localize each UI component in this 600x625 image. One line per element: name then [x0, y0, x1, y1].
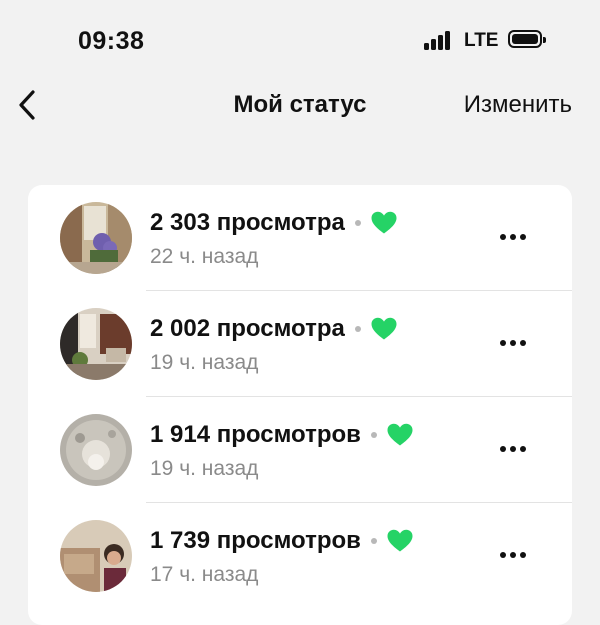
heart-icon: [387, 529, 413, 552]
status-time: 19 ч. назад: [150, 457, 259, 480]
views-count: 1 914 просмотров: [150, 421, 361, 448]
status-time: 19 ч. назад: [150, 351, 259, 374]
status-item[interactable]: 1 739 просмотров 17 ч. назад: [28, 503, 572, 609]
status-time: 17 ч. назад: [150, 563, 259, 586]
more-button[interactable]: [498, 439, 528, 459]
separator-dot: [354, 220, 361, 226]
clock: 09:38: [78, 27, 145, 55]
separator-dot: [370, 538, 377, 544]
status-thumbnail[interactable]: [60, 308, 132, 380]
more-icon: [500, 234, 506, 240]
more-button[interactable]: [498, 227, 528, 247]
edit-button[interactable]: Изменить: [464, 91, 572, 119]
status-thumbnail[interactable]: [60, 520, 132, 592]
more-button[interactable]: [498, 545, 528, 565]
status-thumbnail[interactable]: [60, 202, 132, 274]
heart-icon: [371, 317, 397, 340]
status-list: 2 303 просмотра 22 ч. назад 2 002 просмо…: [28, 185, 572, 625]
more-icon: [500, 552, 506, 558]
more-icon: [500, 446, 506, 452]
more-icon: [500, 340, 506, 346]
status-time: 22 ч. назад: [150, 245, 259, 268]
separator-dot: [370, 432, 377, 438]
views-count: 2 303 просмотра: [150, 209, 345, 236]
heart-icon: [371, 211, 397, 234]
views-count: 1 739 просмотров: [150, 527, 361, 554]
views-count: 2 002 просмотра: [150, 315, 345, 342]
status-item[interactable]: 1 914 просмотров 19 ч. назад: [28, 397, 572, 503]
status-thumbnail[interactable]: [60, 414, 132, 486]
heart-icon: [387, 423, 413, 446]
signal-icon: [424, 30, 454, 50]
battery-icon: [508, 30, 546, 48]
navigation-bar: Мой статус Изменить: [0, 80, 600, 130]
status-item[interactable]: 2 303 просмотра 22 ч. назад: [28, 185, 572, 291]
status-bar: 09:38 LTE: [0, 0, 600, 80]
network-type: LTE: [464, 30, 499, 51]
separator-dot: [354, 326, 361, 332]
more-button[interactable]: [498, 333, 528, 353]
status-item[interactable]: 2 002 просмотра 19 ч. назад: [28, 291, 572, 397]
